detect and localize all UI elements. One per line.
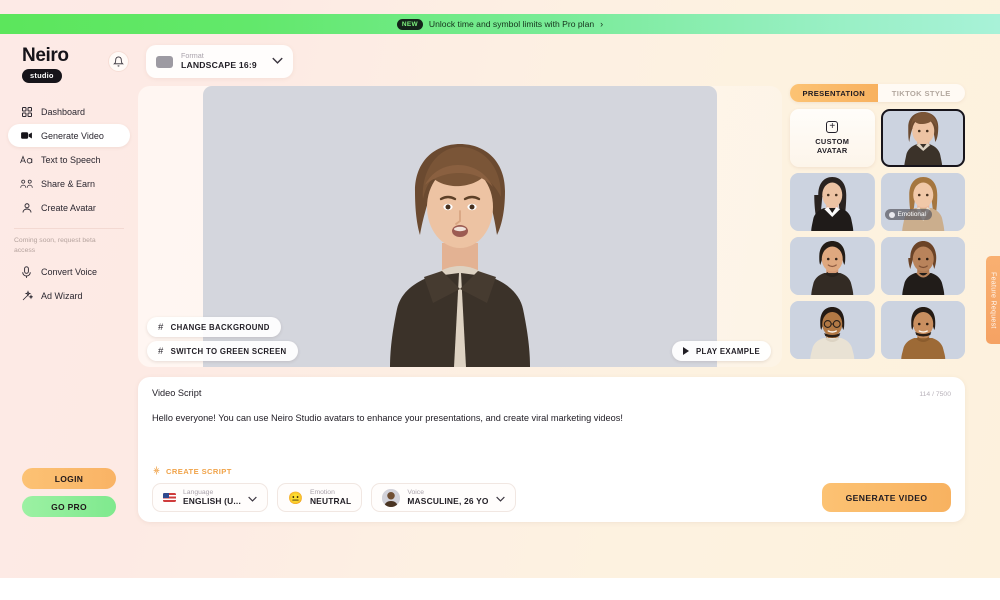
play-example-label: PLAY EXAMPLE (696, 346, 760, 356)
microphone-icon (20, 266, 33, 279)
avatar-preview-image (390, 144, 530, 367)
coming-soon-note: Coming soon, request beta access (14, 237, 96, 254)
sidebar-item-generate-video[interactable]: Generate Video (8, 124, 130, 147)
app-root: NEW Unlock time and symbol limits with P… (0, 0, 1000, 578)
voice-avatar-icon (382, 488, 401, 507)
sidebar-item-text-to-speech[interactable]: Text to Speech (8, 148, 130, 171)
change-background-button[interactable]: # CHANGE BACKGROUND (147, 317, 281, 337)
feature-request-tab[interactable]: Feature Request (986, 256, 1000, 344)
brand-studio-tag: studio (22, 68, 62, 83)
go-pro-button[interactable]: GO PRO (22, 496, 116, 517)
hash-icon: # (158, 321, 164, 333)
rectangle-icon (156, 55, 173, 68)
format-value: LANDSCAPE 16:9 (181, 59, 257, 70)
avatar-thumb-icon (790, 301, 875, 359)
avatar-thumb-icon (790, 237, 875, 295)
sidebar-item-label: Generate Video (41, 130, 104, 141)
avatar-thumb-icon (880, 301, 965, 359)
avatar-card-man-glasses-cream[interactable] (790, 301, 875, 359)
chevron-down-icon (495, 489, 505, 507)
custom-avatar-label-line1: CUSTOM (815, 136, 850, 146)
avatar-card-woman-black-suit[interactable] (790, 173, 875, 231)
emotion-value: NEUTRAL (309, 495, 352, 506)
avatar-card-woman-beige-coat[interactable]: Emotional (880, 173, 965, 231)
hash-icon: # (158, 345, 164, 357)
avatar-card-young-man-brown-jacket[interactable] (880, 109, 965, 167)
switch-green-screen-button[interactable]: # SWITCH TO GREEN SCREEN (147, 341, 298, 361)
language-selector[interactable]: Language ENGLISH (U... (152, 483, 268, 512)
sparkle-icon (152, 466, 161, 477)
emotional-badge: Emotional (884, 209, 932, 220)
chevron-right-icon: › (600, 19, 604, 29)
text-aa-icon (20, 153, 33, 166)
avatar-style-tabs: PRESENTATION TIKTOK STYLE (790, 84, 965, 102)
chevron-down-icon (272, 56, 283, 67)
sidebar-item-create-avatar[interactable]: Create Avatar (8, 196, 130, 219)
video-script-card: Video Script 114 / 7500 Hello everyone! … (138, 377, 965, 522)
sidebar-item-label: Dashboard (41, 106, 86, 117)
tab-presentation[interactable]: PRESENTATION (790, 84, 878, 102)
tab-tiktok-style[interactable]: TIKTOK STYLE (878, 84, 966, 102)
person-icon (20, 201, 33, 214)
video-camera-icon (20, 129, 33, 142)
sidebar-item-convert-voice[interactable]: Convert Voice (8, 261, 130, 284)
sidebar-item-label: Ad Wizard (41, 291, 83, 302)
us-flag-icon (163, 493, 176, 502)
promo-banner-text: Unlock time and symbol limits with Pro p… (428, 19, 595, 29)
create-script-label: CREATE SCRIPT (166, 467, 232, 476)
grid-icon (20, 105, 33, 118)
sidebar-item-label: Convert Voice (41, 267, 98, 278)
avatar-thumb-icon (790, 173, 875, 231)
sidebar-item-label: Share & Earn (41, 178, 96, 189)
voice-selector[interactable]: Voice MASCULINE, 26 YO (371, 483, 516, 512)
magic-wand-icon (20, 290, 33, 303)
script-header: Video Script 114 / 7500 (152, 388, 951, 398)
sidebar-item-label: Text to Speech (41, 154, 101, 165)
auth-buttons: LOGIN GO PRO (0, 468, 138, 517)
avatar-card-man-dark-sweater[interactable] (790, 237, 875, 295)
play-icon (683, 347, 689, 355)
emotional-badge-label: Emotional (897, 211, 926, 218)
language-value: ENGLISH (U... (183, 495, 241, 506)
script-char-count: 114 / 7500 (919, 391, 951, 398)
sidebar-item-share-and-earn[interactable]: Share & Earn (8, 172, 130, 195)
script-controls-row: Language ENGLISH (U... 😐 Emotion NEUTRAL (152, 483, 516, 512)
sidebar-item-label: Create Avatar (41, 202, 96, 213)
custom-avatar-label-line2: AVATAR (816, 146, 848, 155)
notification-bell-button[interactable] (108, 51, 129, 72)
avatar-thumb-icon (880, 173, 965, 231)
script-title: Video Script (152, 388, 202, 398)
feature-request-label: Feature Request (989, 271, 997, 329)
video-stage: # CHANGE BACKGROUND # SWITCH TO GREEN SC… (138, 86, 782, 367)
script-textarea[interactable]: Hello everyone! You can use Neiro Studio… (152, 412, 951, 425)
promo-banner[interactable]: NEW Unlock time and symbol limits with P… (0, 14, 1000, 34)
avatar-thumb-icon (880, 109, 965, 167)
login-button[interactable]: LOGIN (22, 468, 116, 489)
chevron-down-icon (248, 489, 257, 507)
change-background-label: CHANGE BACKGROUND (170, 322, 270, 332)
sidebar-nav: Dashboard Generate Video Text to Speech … (0, 100, 138, 308)
generate-video-button[interactable]: GENERATE VIDEO (822, 483, 951, 512)
avatar-card-man-brown-sweater[interactable] (880, 301, 965, 359)
avatar-card-woman-black-top[interactable] (880, 237, 965, 295)
people-icon (20, 177, 33, 190)
bell-icon (113, 56, 124, 67)
format-selector[interactable]: Format LANDSCAPE 16:9 (146, 45, 293, 78)
neutral-face-emoji-icon: 😐 (287, 490, 303, 505)
sidebar: Neiro studio Dashboard Generate Video Te… (0, 34, 138, 578)
create-script-button[interactable]: CREATE SCRIPT (152, 466, 232, 477)
sidebar-item-dashboard[interactable]: Dashboard (8, 100, 130, 123)
emotion-selector[interactable]: 😐 Emotion NEUTRAL (276, 483, 363, 512)
sidebar-item-ad-wizard[interactable]: Ad Wizard (8, 285, 130, 308)
custom-avatar-button[interactable]: + CUSTOM AVATAR (790, 109, 875, 167)
avatar-grid: + CUSTOM AVATAR Emotional (790, 109, 965, 359)
avatar-thumb-icon (880, 237, 965, 295)
plus-icon: + (826, 120, 839, 133)
promo-new-badge: NEW (396, 18, 423, 30)
voice-value: MASCULINE, 26 YO (407, 495, 489, 506)
avatar-panel: PRESENTATION TIKTOK STYLE + CUSTOM AVATA… (790, 84, 965, 359)
play-example-button[interactable]: PLAY EXAMPLE (672, 341, 771, 361)
emotional-dot-icon (888, 211, 895, 218)
green-screen-label: SWITCH TO GREEN SCREEN (170, 346, 287, 356)
